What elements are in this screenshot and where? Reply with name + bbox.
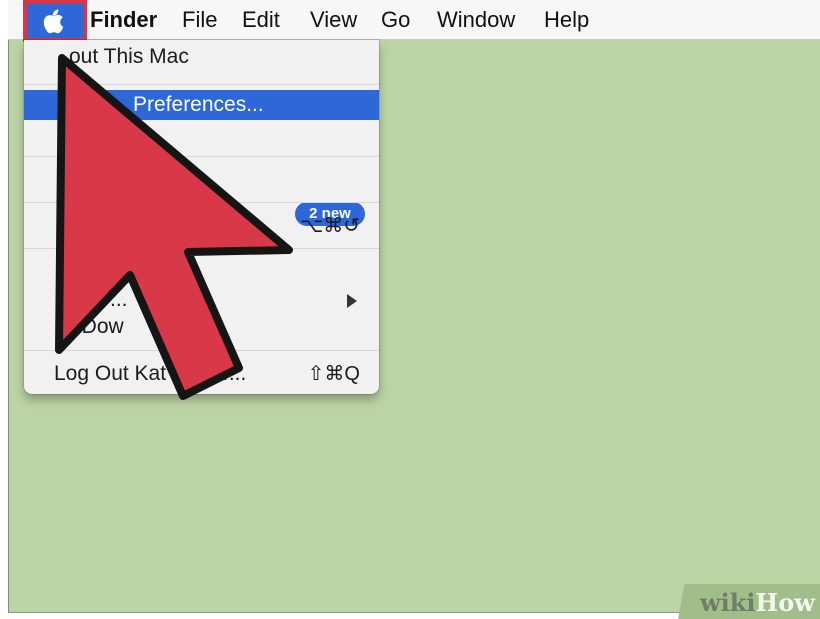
menu-help[interactable]: Help xyxy=(544,6,589,34)
menu-item-label: ... xyxy=(110,288,128,311)
menu-item-label: Preferences... xyxy=(133,93,264,116)
menu-go[interactable]: Go xyxy=(381,6,410,34)
menu-file[interactable]: File xyxy=(182,6,217,34)
menu-item-label-suffix: r... xyxy=(223,362,247,385)
menu-window[interactable]: Window xyxy=(437,6,515,34)
menu-item-recent-items[interactable] xyxy=(24,164,379,308)
menu-separator xyxy=(24,202,379,203)
menu-finder[interactable]: Finder xyxy=(90,6,157,34)
apple-menu-dropdown: out This Mac Preferences... 2 new ⌥⌘↺ ..… xyxy=(24,40,379,394)
wikihow-watermark: wikiHow xyxy=(700,588,815,617)
apple-menu-button[interactable] xyxy=(27,4,83,38)
menu-bar: Finder File Edit View Go Window Help xyxy=(8,0,820,42)
menu-separator xyxy=(24,248,379,249)
menu-item-force-quit[interactable]: ⌥⌘↺ xyxy=(24,211,379,241)
menu-item-log-out[interactable]: Log Out Kat r... ⇧⌘Q xyxy=(24,359,379,389)
menu-item-app-store[interactable]: 2 new xyxy=(24,120,379,226)
menu-item-restart[interactable]: ... xyxy=(24,285,379,315)
watermark-how: How xyxy=(755,588,815,617)
menu-item-label: out This Mac xyxy=(69,45,189,68)
menu-separator xyxy=(24,84,379,85)
apple-icon xyxy=(43,9,64,34)
menu-item-label: t Dow xyxy=(70,315,124,338)
apple-menu-highlight[interactable] xyxy=(23,0,87,42)
menu-item-about-this-mac[interactable]: out This Mac xyxy=(24,42,379,72)
menu-item-label: Log Out Kat xyxy=(54,362,167,385)
menu-item-system-preferences[interactable]: Preferences... xyxy=(24,90,379,120)
menu-item-shut-down[interactable]: t Dow xyxy=(24,312,379,342)
menu-view[interactable]: View xyxy=(310,6,357,34)
menu-edit[interactable]: Edit xyxy=(242,6,280,34)
screen: Finder File Edit View Go Window Help out… xyxy=(0,0,820,619)
watermark-wiki: wiki xyxy=(700,588,756,617)
menu-separator xyxy=(24,350,379,351)
menu-separator xyxy=(24,156,379,157)
log-out-shortcut: ⇧⌘Q xyxy=(307,363,360,385)
force-quit-shortcut: ⌥⌘↺ xyxy=(300,215,360,237)
